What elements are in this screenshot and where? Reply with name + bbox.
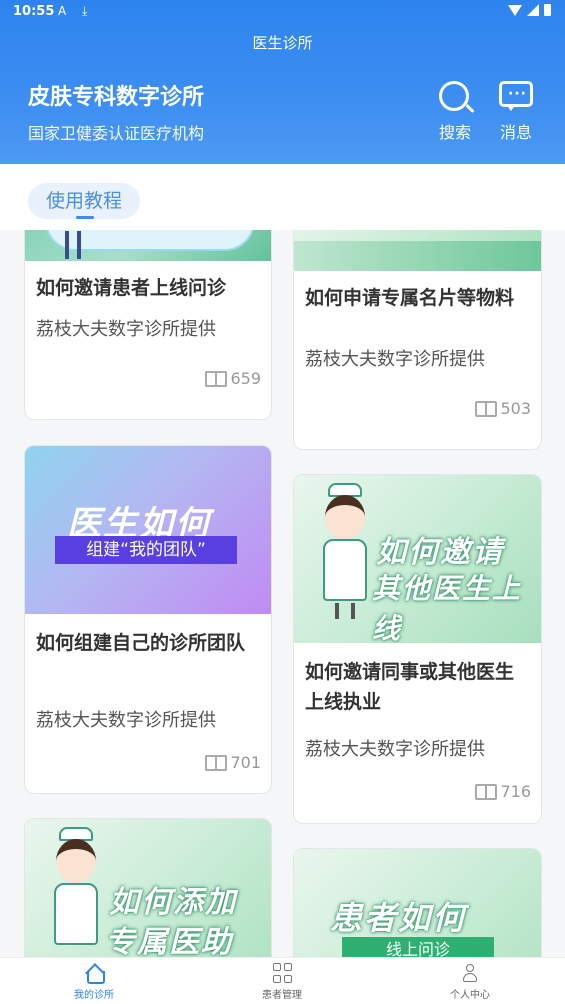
book-icon [205, 754, 228, 771]
wifi-icon [508, 4, 522, 16]
thumbnail-subtitle: 线上问诊 [342, 937, 494, 957]
nav-personal-center[interactable]: 个人中心 [420, 963, 520, 1001]
tutorial-card[interactable]: 患者如何 线上问诊 [293, 848, 542, 957]
thumbnail-headline-2: 其他医生上线 [372, 572, 523, 643]
search-icon [435, 79, 475, 115]
view-count: 716 [500, 782, 531, 801]
card-thumbnail: 医生如何 组建“我的团队” [25, 446, 271, 614]
message-label: 消息 [499, 123, 532, 142]
card-views: 701 [205, 753, 261, 772]
book-icon [475, 400, 498, 417]
thumbnail-headline: 如何邀请 [376, 535, 504, 570]
card-source: 荔枝大夫数字诊所提供 [36, 710, 216, 731]
card-title: 如何邀请患者上线问诊 [36, 277, 227, 299]
nav-label: 我的诊所 [74, 990, 114, 1001]
thumbnail-headline: 患者如何 [330, 899, 467, 937]
message-icon: ··· [496, 79, 536, 115]
book-icon [475, 783, 498, 800]
notification-icons: A ⤓ [58, 4, 94, 18]
signal-icon [527, 4, 539, 16]
search-button[interactable]: 搜索 [430, 79, 480, 143]
card-thumbnail [25, 230, 271, 261]
tab-active-indicator [76, 216, 94, 219]
card-views: 716 [475, 782, 531, 801]
thumbnail-headline-2: 专属医助 [105, 925, 233, 957]
card-source: 荔枝大夫数字诊所提供 [305, 349, 485, 370]
battery-icon [544, 4, 551, 16]
app-header: 10:55 A ⤓ 医生诊所 皮肤专科数字诊所 国家卫健委认证医疗机构 搜索 ·… [0, 0, 565, 164]
view-count: 503 [500, 399, 531, 418]
nav-label: 患者管理 [262, 990, 302, 1001]
card-source: 荔枝大夫数字诊所提供 [305, 739, 485, 760]
view-count: 659 [230, 369, 261, 388]
search-label: 搜索 [438, 123, 471, 142]
tutorial-card[interactable]: 如何邀请患者上线问诊 荔枝大夫数字诊所提供 659 [24, 230, 272, 420]
system-icons [508, 4, 551, 16]
card-thumbnail [294, 230, 541, 271]
thumbnail-subtitle: 组建“我的团队” [55, 536, 237, 564]
status-time: 10:55 [13, 4, 55, 19]
card-title: 如何组建自己的诊所团队 [36, 632, 246, 654]
card-title: 如何申请专属名片等物料 [305, 287, 515, 309]
home-icon [84, 963, 105, 984]
thumbnail-headline: 如何添加 [109, 885, 237, 920]
tutorial-card[interactable]: 如何邀请 其他医生上线 如何邀请同事或其他医生上线执业 荔枝大夫数字诊所提供 7… [293, 474, 542, 824]
app-title: 医生诊所 [252, 34, 313, 52]
card-thumbnail: 如何邀请 其他医生上线 [294, 475, 541, 643]
view-count: 701 [230, 753, 261, 772]
bottom-nav: 我的诊所 患者管理 个人中心 [0, 957, 565, 1004]
card-thumbnail: 如何添加 专属医助 [25, 819, 271, 957]
tutorial-card[interactable]: 医生如何 组建“我的团队” 如何组建自己的诊所团队 荔枝大夫数字诊所提供 701 [24, 445, 272, 794]
message-button[interactable]: ··· 消息 [491, 79, 541, 143]
nav-label: 个人中心 [450, 990, 490, 1001]
tutorial-feed[interactable]: 如何邀请患者上线问诊 荔枝大夫数字诊所提供 659 如何申请专属名片等物料 荔枝… [0, 230, 565, 957]
clinic-subtitle: 国家卫健委认证医疗机构 [28, 124, 205, 143]
clinic-name: 皮肤专科数字诊所 [28, 85, 205, 110]
card-views: 659 [205, 369, 261, 388]
grid-icon [272, 963, 292, 983]
card-source: 荔枝大夫数字诊所提供 [36, 319, 216, 340]
nav-patient-management[interactable]: 患者管理 [232, 963, 332, 1001]
tutorial-card[interactable]: 如何申请专属名片等物料 荔枝大夫数字诊所提供 503 [293, 230, 542, 450]
card-views: 503 [475, 399, 531, 418]
card-thumbnail: 患者如何 线上问诊 [294, 849, 541, 957]
tutorial-card[interactable]: 如何添加 专属医助 [24, 818, 272, 957]
tab-tutorials[interactable]: 使用教程 [28, 183, 140, 219]
person-icon [460, 963, 480, 983]
status-bar: 10:55 A ⤓ [0, 0, 565, 26]
book-icon [205, 370, 228, 387]
nav-my-clinic[interactable]: 我的诊所 [44, 963, 144, 1001]
card-title: 如何邀请同事或其他医生上线执业 [305, 661, 515, 713]
